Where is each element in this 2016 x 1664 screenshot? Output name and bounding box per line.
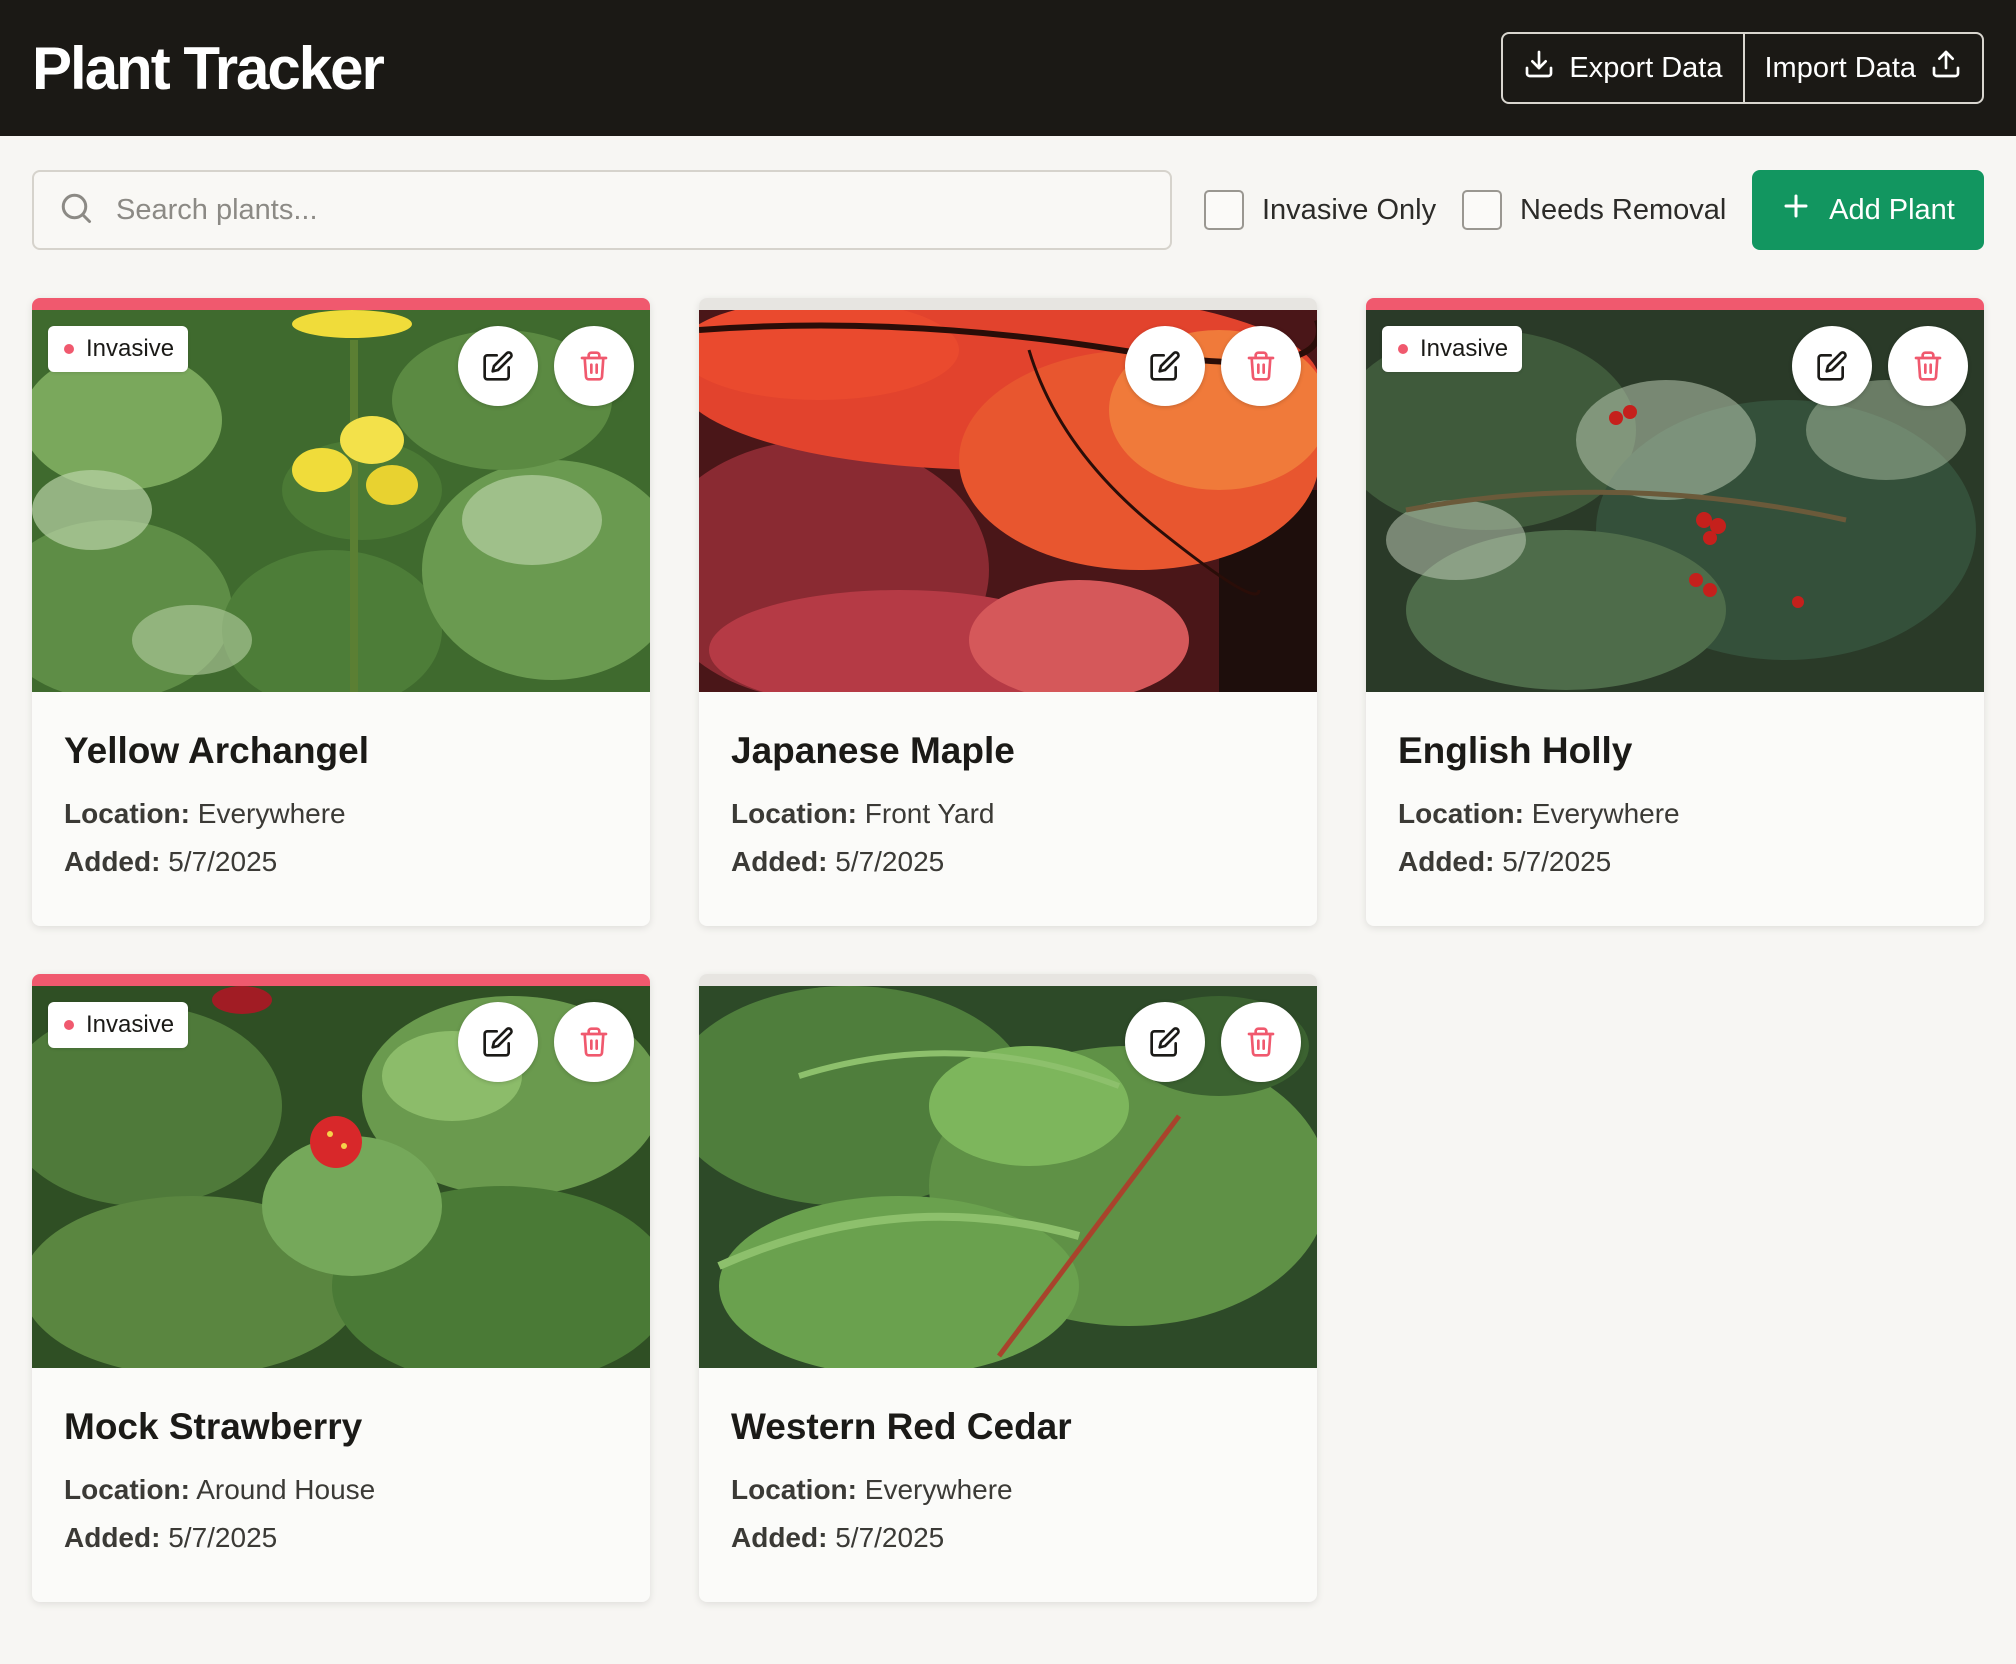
edit-button[interactable] xyxy=(458,326,538,406)
location-value: Everywhere xyxy=(864,1474,1013,1505)
plant-added: Added: 5/7/2025 xyxy=(731,844,1285,880)
invasive-badge-label: Invasive xyxy=(1420,335,1509,362)
location-value: Front Yard xyxy=(864,798,995,829)
edit-button[interactable] xyxy=(1125,1002,1205,1082)
location-label: Location: xyxy=(64,798,190,829)
needs-removal-label: Needs Removal xyxy=(1520,193,1727,226)
plant-name: Yellow Archangel xyxy=(64,730,369,771)
plant-name: Japanese Maple xyxy=(731,730,1015,771)
plant-location: Location: Around House xyxy=(64,1472,618,1508)
invasive-badge: Invasive xyxy=(48,1002,189,1048)
added-label: Added: xyxy=(1398,846,1495,877)
location-value: Around House xyxy=(196,1474,376,1505)
plant-card: Invasive Mock Strawberry Location: Aroun… xyxy=(32,974,650,1602)
plant-location: Location: Everywhere xyxy=(1398,796,1952,832)
import-data-label: Import Data xyxy=(1764,51,1917,84)
search-icon xyxy=(58,190,94,231)
invasive-dot-icon xyxy=(64,1020,74,1030)
added-label: Added: xyxy=(731,846,828,877)
needs-removal-filter[interactable]: Needs Removal xyxy=(1462,170,1726,250)
toolbar: Invasive Only Needs Removal Add Plant xyxy=(32,170,1984,250)
search-box[interactable] xyxy=(32,170,1172,250)
delete-button[interactable] xyxy=(554,1002,634,1082)
delete-button[interactable] xyxy=(1888,326,1968,406)
invasive-badge-label: Invasive xyxy=(86,335,175,362)
plant-card: Invasive Yellow Archangel Location: Ever… xyxy=(32,298,650,926)
plant-added: Added: 5/7/2025 xyxy=(64,1520,618,1556)
plant-location: Location: Everywhere xyxy=(64,796,618,832)
delete-button[interactable] xyxy=(1221,1002,1301,1082)
location-label: Location: xyxy=(731,798,857,829)
added-label: Added: xyxy=(731,1522,828,1553)
added-value: 5/7/2025 xyxy=(168,846,278,877)
trash-icon xyxy=(1247,1027,1275,1057)
search-input[interactable] xyxy=(116,193,1116,227)
invasive-indicator-bar xyxy=(32,298,650,310)
plant-card: Japanese Maple Location: Front Yard Adde… xyxy=(699,298,1317,926)
plant-added: Added: 5/7/2025 xyxy=(731,1520,1285,1556)
plant-card: Western Red Cedar Location: Everywhere A… xyxy=(699,974,1317,1602)
invasive-only-filter[interactable]: Invasive Only xyxy=(1204,170,1436,250)
location-value: Everywhere xyxy=(1531,798,1680,829)
add-plant-button[interactable]: Add Plant xyxy=(1752,170,1984,250)
upload-icon xyxy=(1930,48,1962,88)
invasive-badge: Invasive xyxy=(1382,326,1523,372)
app-header: Plant Tracker Export Data Import Data xyxy=(0,0,2016,136)
plant-location: Location: Front Yard xyxy=(731,796,1285,832)
added-label: Added: xyxy=(64,846,161,877)
plant-name: Western Red Cedar xyxy=(731,1406,1072,1447)
invasive-dot-icon xyxy=(64,344,74,354)
plus-icon xyxy=(1781,191,1811,229)
edit-icon xyxy=(1150,1027,1180,1057)
edit-button[interactable] xyxy=(1125,326,1205,406)
needs-removal-checkbox[interactable] xyxy=(1462,190,1502,230)
added-label: Added: xyxy=(64,1522,161,1553)
delete-button[interactable] xyxy=(1221,326,1301,406)
add-plant-label: Add Plant xyxy=(1829,193,1955,226)
invasive-only-label: Invasive Only xyxy=(1262,193,1437,226)
invasive-only-checkbox[interactable] xyxy=(1204,190,1244,230)
location-value: Everywhere xyxy=(197,798,346,829)
edit-button[interactable] xyxy=(1792,326,1872,406)
trash-icon xyxy=(1914,351,1942,381)
location-label: Location: xyxy=(64,1474,190,1505)
plant-name: English Holly xyxy=(1398,730,1633,771)
added-value: 5/7/2025 xyxy=(1502,846,1612,877)
invasive-badge: Invasive xyxy=(48,326,189,372)
location-label: Location: xyxy=(1398,798,1524,829)
added-value: 5/7/2025 xyxy=(168,1522,278,1553)
export-data-button[interactable]: Export Data xyxy=(1503,34,1742,102)
added-value: 5/7/2025 xyxy=(835,1522,945,1553)
invasive-dot-icon xyxy=(1398,344,1408,354)
added-value: 5/7/2025 xyxy=(835,846,945,877)
invasive-indicator-bar xyxy=(32,974,650,986)
location-label: Location: xyxy=(731,1474,857,1505)
download-icon xyxy=(1523,48,1555,88)
plant-added: Added: 5/7/2025 xyxy=(64,844,618,880)
trash-icon xyxy=(1247,351,1275,381)
app-title: Plant Tracker xyxy=(32,34,385,102)
plant-added: Added: 5/7/2025 xyxy=(1398,844,1952,880)
data-actions-group: Export Data Import Data xyxy=(1501,32,1984,104)
invasive-indicator-bar xyxy=(1366,298,1984,310)
import-data-button[interactable]: Import Data xyxy=(1742,34,1983,102)
plant-name: Mock Strawberry xyxy=(64,1406,363,1447)
edit-icon xyxy=(1817,351,1847,381)
trash-icon xyxy=(580,351,608,381)
plant-card: Invasive English Holly Location: Everywh… xyxy=(1366,298,1984,926)
edit-icon xyxy=(483,1027,513,1057)
invasive-badge-label: Invasive xyxy=(86,1011,175,1038)
delete-button[interactable] xyxy=(554,326,634,406)
status-bar xyxy=(699,974,1317,986)
status-bar xyxy=(699,298,1317,310)
export-data-label: Export Data xyxy=(1569,51,1723,84)
edit-icon xyxy=(1150,351,1180,381)
edit-icon xyxy=(483,351,513,381)
trash-icon xyxy=(580,1027,608,1057)
plant-location: Location: Everywhere xyxy=(731,1472,1285,1508)
edit-button[interactable] xyxy=(458,1002,538,1082)
